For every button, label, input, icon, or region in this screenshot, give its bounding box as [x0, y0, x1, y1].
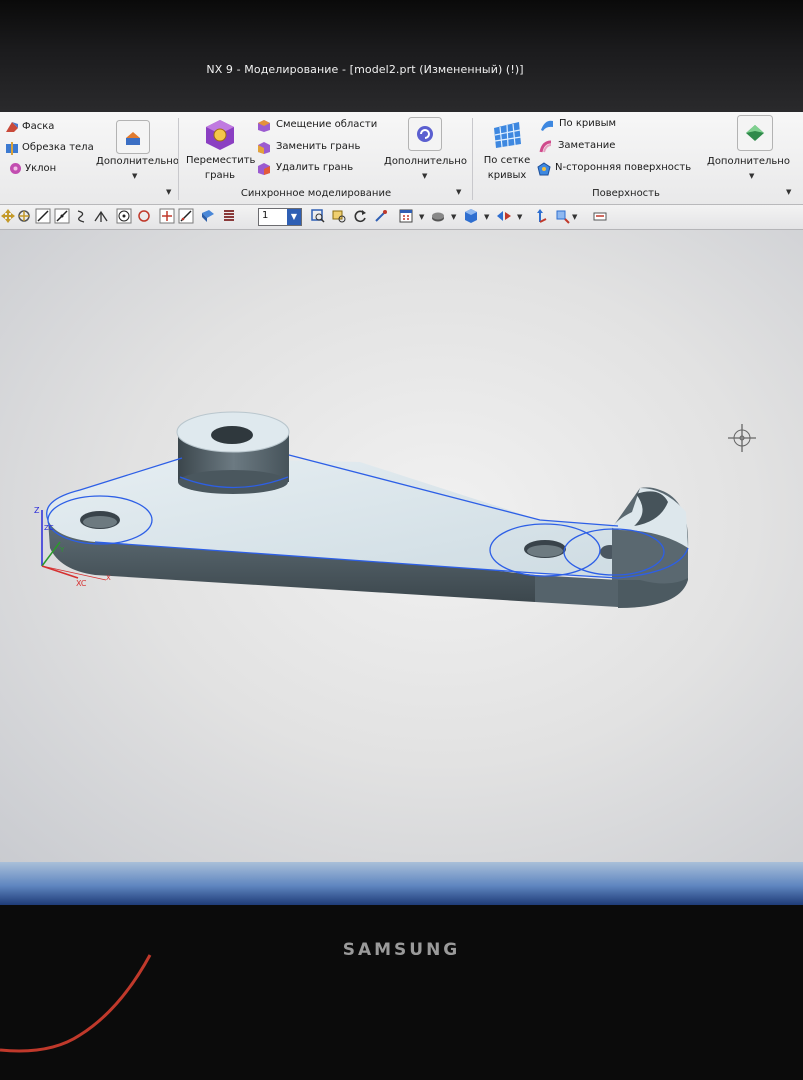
render-style-caret[interactable]: ▼: [451, 213, 456, 221]
layer-dropdown-button[interactable]: ▼: [287, 209, 301, 225]
fit-view-icon[interactable]: [310, 208, 326, 224]
shaded-cube-icon[interactable]: [463, 208, 479, 224]
ribbon-separator: [178, 118, 179, 200]
surface-more-label: Дополнительно: [707, 156, 790, 167]
surface-group-caret[interactable]: ▼: [786, 188, 791, 196]
surface-group-label: Поверхность: [592, 188, 660, 199]
triad-xc-label: XC: [76, 579, 87, 588]
triad-zc-label: ZC: [44, 524, 54, 532]
wcs-origin-icon[interactable]: [532, 208, 548, 224]
move-face-icon: [206, 120, 234, 150]
part-body[interactable]: [46, 411, 689, 608]
snap-face-icon[interactable]: [200, 208, 216, 224]
wcs-dynamic-caret[interactable]: ▼: [572, 213, 577, 221]
move-face-label: Переместить: [186, 155, 256, 166]
sync-more-caret: ▼: [422, 172, 428, 180]
triad-y-label: Y: [59, 546, 65, 554]
move-face-label-2: грань: [204, 170, 236, 181]
swept-icon: [539, 140, 552, 153]
n-sided-surface-label: N-сторонняя поверхность: [555, 162, 692, 173]
offset-region-icon: [258, 120, 270, 132]
model-canvas[interactable]: Z ZC XC Y X: [0, 230, 803, 865]
delete-face-icon: [258, 163, 270, 175]
zoom-region-icon[interactable]: [331, 208, 347, 224]
graphics-viewport[interactable]: Z ZC XC Y X: [0, 230, 803, 865]
layer-select[interactable]: 1 ▼: [258, 208, 302, 226]
chamfer-label: Фаска: [22, 121, 55, 132]
taskbar-strip: [0, 862, 803, 905]
swept-label: Заметание: [558, 140, 616, 151]
render-style-icon[interactable]: [430, 208, 446, 224]
surface-more-caret: ▼: [749, 172, 755, 180]
screen: NX 9 - Моделирование - [model2.prt (Изме…: [0, 0, 803, 905]
pan-view-icon[interactable]: [373, 208, 389, 224]
shaded-cube-caret[interactable]: ▼: [484, 213, 489, 221]
triad-x-label: X: [106, 574, 111, 582]
snap-point-icon[interactable]: [159, 208, 175, 224]
wcs-dynamic-icon[interactable]: [554, 208, 570, 224]
view-orient-caret[interactable]: ▼: [419, 213, 424, 221]
triad-z-label: Z: [34, 506, 40, 515]
snap-arc-center-icon[interactable]: [116, 208, 132, 224]
feature-more-icon: [116, 120, 150, 154]
sync-group-label: Синхронное моделирование: [240, 188, 392, 199]
feature-more-caret: ▼: [132, 172, 138, 180]
select-pan-icon[interactable]: [16, 208, 32, 224]
feature-group-caret[interactable]: ▼: [166, 188, 171, 196]
mesh-surface-icon: [494, 122, 522, 148]
feature-more-label: Дополнительно: [96, 156, 179, 167]
title-bar: NX 9 - Моделирование - [model2.prt (Изме…: [0, 0, 803, 112]
power-cable: [0, 954, 152, 1053]
layer-settings-icon[interactable]: [592, 208, 608, 224]
snap-intersection-icon[interactable]: [93, 208, 109, 224]
display-mode-icon[interactable]: [496, 208, 512, 224]
snap-endpoint-icon[interactable]: [35, 208, 51, 224]
mesh-curves-label-2: кривых: [487, 170, 527, 181]
delete-face-label: Удалить грань: [276, 162, 354, 173]
ribbon-separator: [472, 118, 473, 200]
draft-label: Уклон: [25, 163, 57, 174]
replace-face-icon: [258, 142, 270, 154]
window-title: NX 9 - Моделирование - [model2.prt (Изме…: [206, 63, 524, 76]
select-move-icon[interactable]: [0, 208, 16, 224]
sync-more-label: Дополнительно: [384, 156, 467, 167]
surface-more-icon: [737, 115, 773, 151]
snap-toolbar: 1 ▼ ▼ ▼ ▼ ▼ ▼: [0, 205, 803, 230]
crosshair-cursor-icon: [728, 424, 756, 452]
chamfer-icon: [6, 122, 18, 132]
replace-face-label: Заменить грань: [276, 141, 361, 152]
snap-quadrant-icon[interactable]: [136, 208, 152, 224]
sync-more-icon: [408, 117, 442, 151]
snap-on-curve-icon[interactable]: [178, 208, 194, 224]
trim-body-label: Обрезка тела: [22, 142, 94, 153]
draft-icon: [10, 163, 21, 174]
display-mode-caret[interactable]: ▼: [517, 213, 522, 221]
layer-stack-icon[interactable]: [221, 208, 237, 224]
ribbon: Фаска Обрезка тела Уклон Дополнительно ▼…: [0, 112, 803, 205]
through-curves-icon: [541, 120, 553, 131]
snap-curve-icon[interactable]: [74, 208, 90, 224]
offset-region-label: Смещение области: [276, 119, 378, 130]
trim-body-icon: [6, 142, 18, 155]
mesh-curves-label: По сетке: [483, 155, 531, 166]
snap-midpoint-icon[interactable]: [54, 208, 70, 224]
layer-select-value: 1: [262, 210, 269, 221]
n-sided-surface-icon: [537, 162, 551, 176]
sync-group-caret[interactable]: ▼: [456, 188, 461, 196]
rotate-view-icon[interactable]: [352, 208, 368, 224]
view-orient-icon[interactable]: [398, 208, 414, 224]
through-curves-label: По кривым: [559, 118, 617, 129]
